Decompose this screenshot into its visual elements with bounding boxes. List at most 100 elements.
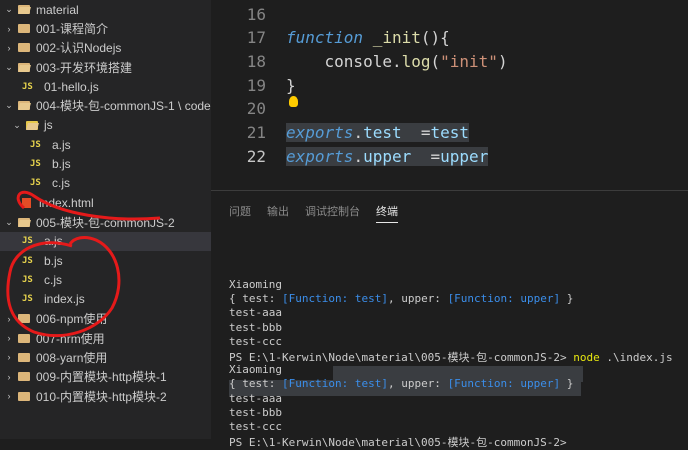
tree-item[interactable]: › 008-yarn使用 bbox=[0, 348, 211, 367]
code-line[interactable]: 17 function _init(){ bbox=[211, 26, 688, 50]
code-token: exports bbox=[286, 146, 354, 166]
code-token: . bbox=[353, 146, 364, 166]
chevron-right-icon[interactable]: › bbox=[4, 43, 14, 53]
js-file-icon: JS bbox=[22, 255, 33, 266]
bottom-panel: 问题 输出 调试控制台 终端 Xiaoming{ test: [Function… bbox=[211, 190, 688, 449]
tree-root-material[interactable]: ⌄ material bbox=[0, 0, 211, 19]
chevron-right-icon[interactable]: › bbox=[4, 391, 14, 401]
js-file-icon: JS bbox=[22, 294, 33, 305]
folder-icon bbox=[18, 314, 30, 324]
code-editor[interactable]: 16 17 function _init(){18 console.log("ini… bbox=[211, 0, 688, 190]
code-token: "init" bbox=[440, 51, 498, 71]
code-line[interactable]: 21 exports.test =test bbox=[211, 121, 688, 145]
terminal-line: test-aaa bbox=[229, 391, 282, 405]
tree-item[interactable]: ⌄ 004-模块-包-commonJS-1 \ code bbox=[0, 96, 211, 115]
tree-item[interactable]: ⌄ js bbox=[0, 116, 211, 135]
tree-item[interactable]: ⌄ 003-开发环境搭建 bbox=[0, 58, 211, 77]
terminal-line: test-ccc bbox=[229, 334, 282, 348]
code-text: exports.test =test bbox=[286, 123, 470, 142]
line-number: 17 bbox=[246, 28, 266, 48]
tree-item[interactable]: JS a.js bbox=[0, 135, 211, 154]
panel-tabs: 问题 输出 调试控制台 终端 bbox=[229, 203, 398, 223]
tab-output[interactable]: 输出 bbox=[267, 203, 289, 223]
tree-item[interactable]: JS b.js bbox=[0, 251, 211, 270]
tree-item-label: 003-开发环境搭建 bbox=[36, 60, 133, 75]
code-line[interactable]: 16 bbox=[211, 2, 688, 26]
terminal-line: Xiaoming bbox=[229, 363, 282, 377]
code-text: exports.upper =upper bbox=[286, 146, 489, 166]
code-line[interactable]: 19} bbox=[211, 73, 688, 97]
terminal-line: { test: [Function: test], upper: [Functi… bbox=[229, 292, 574, 306]
chevron-down-icon[interactable]: ⌄ bbox=[4, 217, 14, 228]
code-line[interactable]: 22 exports.upper =upper bbox=[211, 144, 688, 168]
chevron-right-icon[interactable]: › bbox=[4, 352, 14, 362]
tree-item[interactable]: JS 01-hello.js bbox=[0, 77, 211, 96]
folder-icon bbox=[18, 352, 30, 362]
folder-icon bbox=[18, 43, 30, 53]
tree-item-label: 005-模块-包-commonJS-2 bbox=[36, 215, 175, 230]
code-token: ) bbox=[497, 51, 508, 71]
code-token: console. bbox=[286, 51, 402, 71]
folder-icon bbox=[18, 101, 30, 111]
tree-item[interactable]: JS b.js bbox=[0, 154, 211, 173]
tree-item-label: a.js bbox=[52, 137, 71, 152]
tree-item-label: b.js bbox=[52, 156, 71, 171]
tree-item[interactable]: index.html bbox=[0, 193, 211, 212]
tree-item-label: c.js bbox=[44, 273, 62, 288]
tree-item-label: 001-课程简介 bbox=[36, 22, 109, 36]
tree-item[interactable]: › 001-课程简介 bbox=[0, 19, 211, 38]
chevron-right-icon[interactable]: › bbox=[4, 314, 14, 324]
code-text: } bbox=[286, 76, 296, 95]
tree-item-label: 010-内置模块-http模块-2 bbox=[36, 389, 167, 404]
code-token: _init bbox=[372, 28, 421, 48]
tree-item-label: b.js bbox=[44, 253, 63, 268]
line-number: 18 bbox=[246, 51, 266, 71]
lightbulb-icon[interactable] bbox=[289, 96, 298, 107]
chevron-right-icon[interactable]: › bbox=[4, 333, 14, 343]
tree-item[interactable]: ⌄ 005-模块-包-commonJS-2 bbox=[0, 213, 211, 232]
js-file-icon: JS bbox=[22, 275, 33, 286]
code-token: } bbox=[286, 75, 296, 95]
chevron-down-icon[interactable]: ⌄ bbox=[4, 100, 14, 111]
tree-item[interactable]: › 009-内置模块-http模块-1 bbox=[0, 367, 211, 386]
terminal-line: test-aaa bbox=[229, 306, 282, 320]
line-number: 20 bbox=[246, 99, 266, 119]
tree-item-label: 004-模块-包-commonJS-1 \ code bbox=[36, 99, 211, 114]
tree-item-label: 007-nrm使用 bbox=[36, 331, 105, 346]
tree-item-label: 01-hello.js bbox=[44, 79, 99, 94]
tree-item[interactable]: JS c.js bbox=[0, 271, 211, 290]
chevron-right-icon[interactable]: › bbox=[4, 372, 14, 382]
line-number: 22 bbox=[246, 146, 266, 166]
code-token: ( bbox=[430, 51, 441, 71]
chevron-down-icon[interactable]: ⌄ bbox=[4, 62, 14, 73]
tree-item[interactable]: JS a.js bbox=[0, 231, 211, 251]
code-token: upper bbox=[440, 146, 489, 166]
tree-item[interactable]: › 010-内置模块-http模块-2 bbox=[0, 387, 211, 406]
tree-item[interactable]: › 006-npm使用 bbox=[0, 309, 211, 328]
chevron-down-icon[interactable]: ⌄ bbox=[4, 4, 14, 15]
tree-item-label: c.js bbox=[52, 176, 70, 191]
tree-item-label: 002-认识Nodejs bbox=[36, 41, 122, 56]
tree-item[interactable]: JS c.js bbox=[0, 174, 211, 193]
code-text: console.log("init") bbox=[286, 52, 508, 71]
folder-icon bbox=[18, 333, 30, 343]
code-line[interactable]: 20 bbox=[211, 97, 688, 121]
tab-debug-console[interactable]: 调试控制台 bbox=[305, 203, 360, 223]
code-token: = bbox=[411, 146, 441, 166]
terminal-line: Xiaoming bbox=[229, 278, 282, 291]
tree-item-label: 009-内置模块-http模块-1 bbox=[36, 370, 167, 385]
chevron-right-icon[interactable]: › bbox=[4, 24, 14, 34]
code-line[interactable]: 18 console.log("init") bbox=[211, 49, 688, 73]
tree-item-label: a.js bbox=[44, 234, 63, 249]
code-token: test bbox=[363, 123, 402, 142]
tree-item[interactable]: › 002-认识Nodejs bbox=[0, 38, 211, 57]
js-file-icon: JS bbox=[30, 178, 41, 189]
html-file-icon bbox=[22, 197, 31, 208]
tree-item[interactable]: › 007-nrm使用 bbox=[0, 329, 211, 348]
tab-terminal[interactable]: 终端 bbox=[376, 203, 398, 223]
tab-problems[interactable]: 问题 bbox=[229, 203, 251, 223]
tree-item[interactable]: JS index.js bbox=[0, 290, 211, 309]
chevron-down-icon[interactable]: ⌄ bbox=[12, 120, 22, 131]
js-file-icon: JS bbox=[30, 139, 41, 150]
